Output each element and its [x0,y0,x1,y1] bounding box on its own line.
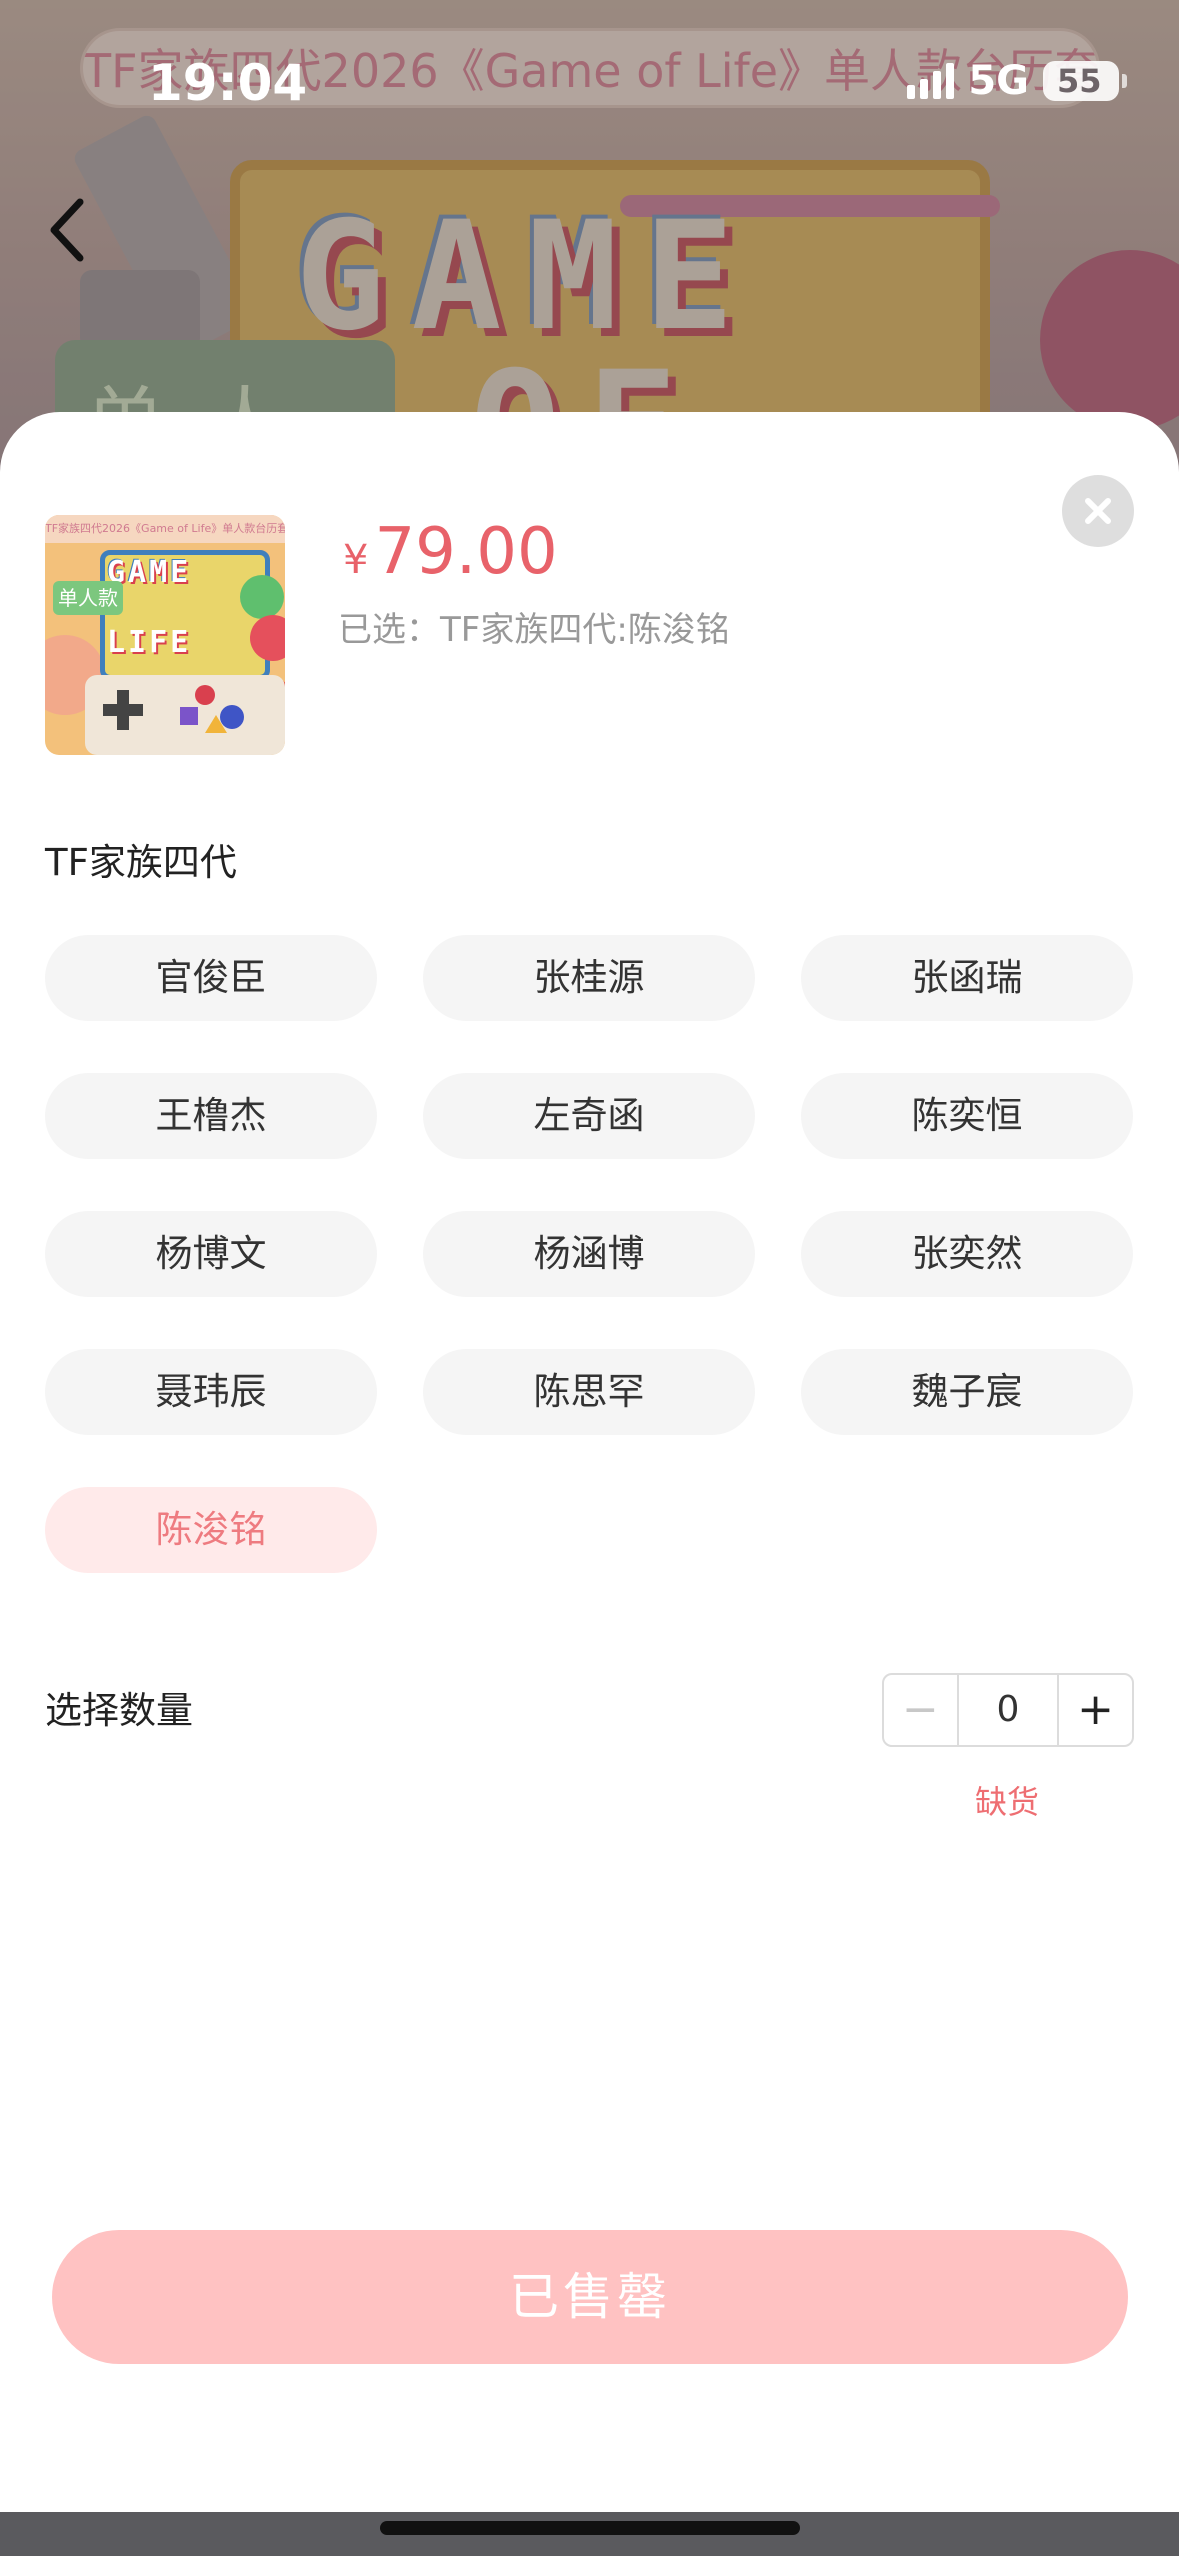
option-chip[interactable]: 陈思罕 [423,1349,755,1435]
quantity-label: 选择数量 [45,1689,193,1732]
ball-illustration [1040,250,1179,430]
option-chip[interactable]: 魏子宸 [801,1349,1133,1435]
selected-summary: 已选： TF家族四代:陈浚铭 [338,602,730,651]
button-dot [180,707,198,725]
option-chip[interactable]: 陈奕恒 [801,1073,1133,1159]
network-type: 5G [968,58,1029,104]
quantity-input[interactable]: 0 [959,1675,1060,1745]
close-button[interactable] [1062,475,1134,547]
ball-illustration [240,575,284,619]
selected-prefix: 已选： [338,610,440,650]
price: ¥ 79.00 [343,515,558,589]
product-thumbnail[interactable]: TF家族四代2026《Game of Life》单人款台历套装 GAME LIF… [45,515,285,755]
option-chip[interactable]: 张桂源 [423,935,755,1021]
option-chip[interactable]: 张函瑞 [801,935,1133,1021]
currency-symbol: ¥ [343,537,369,583]
option-chip[interactable]: 王橹杰 [45,1073,377,1159]
status-indicators: 5G 55 [907,58,1127,104]
selected-value: TF家族四代:陈浚铭 [440,610,730,650]
thumbnail-tag: 单人款 [53,581,123,615]
game-title-art: GAME [295,190,761,364]
signal-icon [907,63,955,99]
home-indicator[interactable] [380,2521,800,2535]
stock-status: 缺货 [975,1783,1040,1821]
quantity-stepper: − 0 + [882,1673,1134,1747]
decrement-button[interactable]: − [884,1675,959,1745]
battery-icon: 55 [1043,61,1127,101]
chevron-left-icon [50,198,84,262]
option-chip[interactable]: 杨涵博 [423,1211,755,1297]
status-time: 19:04 [148,54,308,112]
button-triangle [205,715,227,733]
option-chip[interactable]: 杨博文 [45,1211,377,1297]
option-chip[interactable]: 左奇函 [423,1073,755,1159]
sku-selection-sheet: TF家族四代2026《Game of Life》单人款台历套装 GAME LIF… [0,412,1179,2512]
option-chip[interactable]: 聂玮辰 [45,1349,377,1435]
thumbnail-title-word2: LIFE [107,625,192,660]
close-icon [1085,498,1111,524]
sold-out-button[interactable]: 已售罄 [52,2230,1128,2364]
back-button[interactable] [40,190,100,270]
button-dot [195,685,215,705]
option-group-title: TF家族四代 [45,841,237,884]
dpad-icon [103,690,143,730]
option-chip[interactable]: 张奕然 [801,1211,1133,1297]
increment-button[interactable]: + [1059,1675,1132,1745]
thumbnail-banner: TF家族四代2026《Game of Life》单人款台历套装 [45,515,285,543]
decor-bar [620,195,1000,217]
option-chip[interactable]: 官俊臣 [45,935,377,1021]
price-value: 79.00 [374,515,558,589]
option-chip-selected[interactable]: 陈浚铭 [45,1487,377,1573]
claw-base-illustration [80,270,200,350]
